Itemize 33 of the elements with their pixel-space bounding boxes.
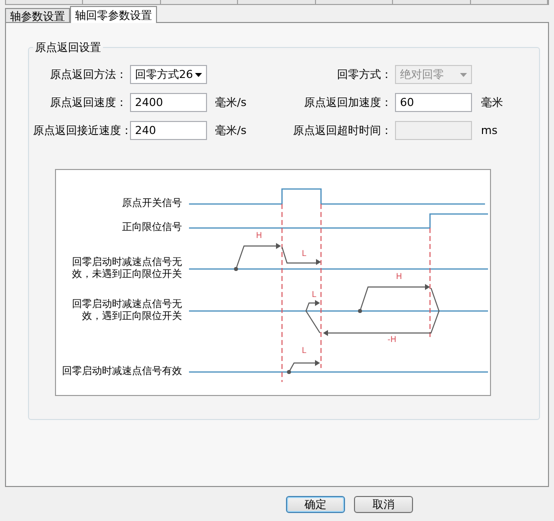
signal-label: 回零启动时减速点信号无效，未遇到正向限位开关 xyxy=(71,257,182,281)
arrow-label: H xyxy=(396,272,402,281)
arrow-label: L xyxy=(302,346,306,355)
field-label: 原点返回速度： xyxy=(49,95,128,110)
caret-icon xyxy=(460,72,467,76)
field-label: 原点返回超时时间： xyxy=(292,123,393,138)
unit-label: 毫米/s xyxy=(214,123,248,138)
field-label: 原点返回加速度： xyxy=(303,95,393,110)
dropdown[interactable]: 回零方式26 xyxy=(130,65,207,84)
tab[interactable]: 轴回零参数设置 xyxy=(70,6,157,23)
dialog-button[interactable]: 确定 xyxy=(286,496,345,513)
motion-arrow xyxy=(287,360,320,374)
unit-label: ms xyxy=(480,124,498,137)
field-label: 原点返回方法： xyxy=(49,67,128,82)
field-label: 回零方式： xyxy=(336,67,393,82)
unit-label: 毫米/s xyxy=(214,95,248,110)
group-title: 原点返回设置 xyxy=(34,40,102,55)
tab[interactable]: 轴参数设置 xyxy=(5,8,70,22)
field-label: 原点返回接近速度： xyxy=(33,123,130,138)
arrow-label: L xyxy=(302,249,306,258)
arrow-label: L xyxy=(312,290,316,299)
input-field[interactable]: 240 xyxy=(130,121,207,140)
input-field[interactable]: 2400 xyxy=(130,93,207,112)
arrow-label: -H xyxy=(388,335,396,344)
input-field[interactable]: 60 xyxy=(395,93,472,112)
dialog-button[interactable]: 取消 xyxy=(354,496,413,513)
signal-label: 正向限位信号 xyxy=(122,222,182,234)
arrow-label: H xyxy=(256,231,262,240)
signal-label: 回零启动时减速点信号有效 xyxy=(62,366,182,378)
caret-icon xyxy=(195,72,202,76)
signal-label: 原点开关信号 xyxy=(122,198,182,210)
signal-label: 回零启动时减速点信号无效，遇到正向限位开关 xyxy=(71,299,182,323)
unit-label: 毫米 xyxy=(480,95,504,110)
